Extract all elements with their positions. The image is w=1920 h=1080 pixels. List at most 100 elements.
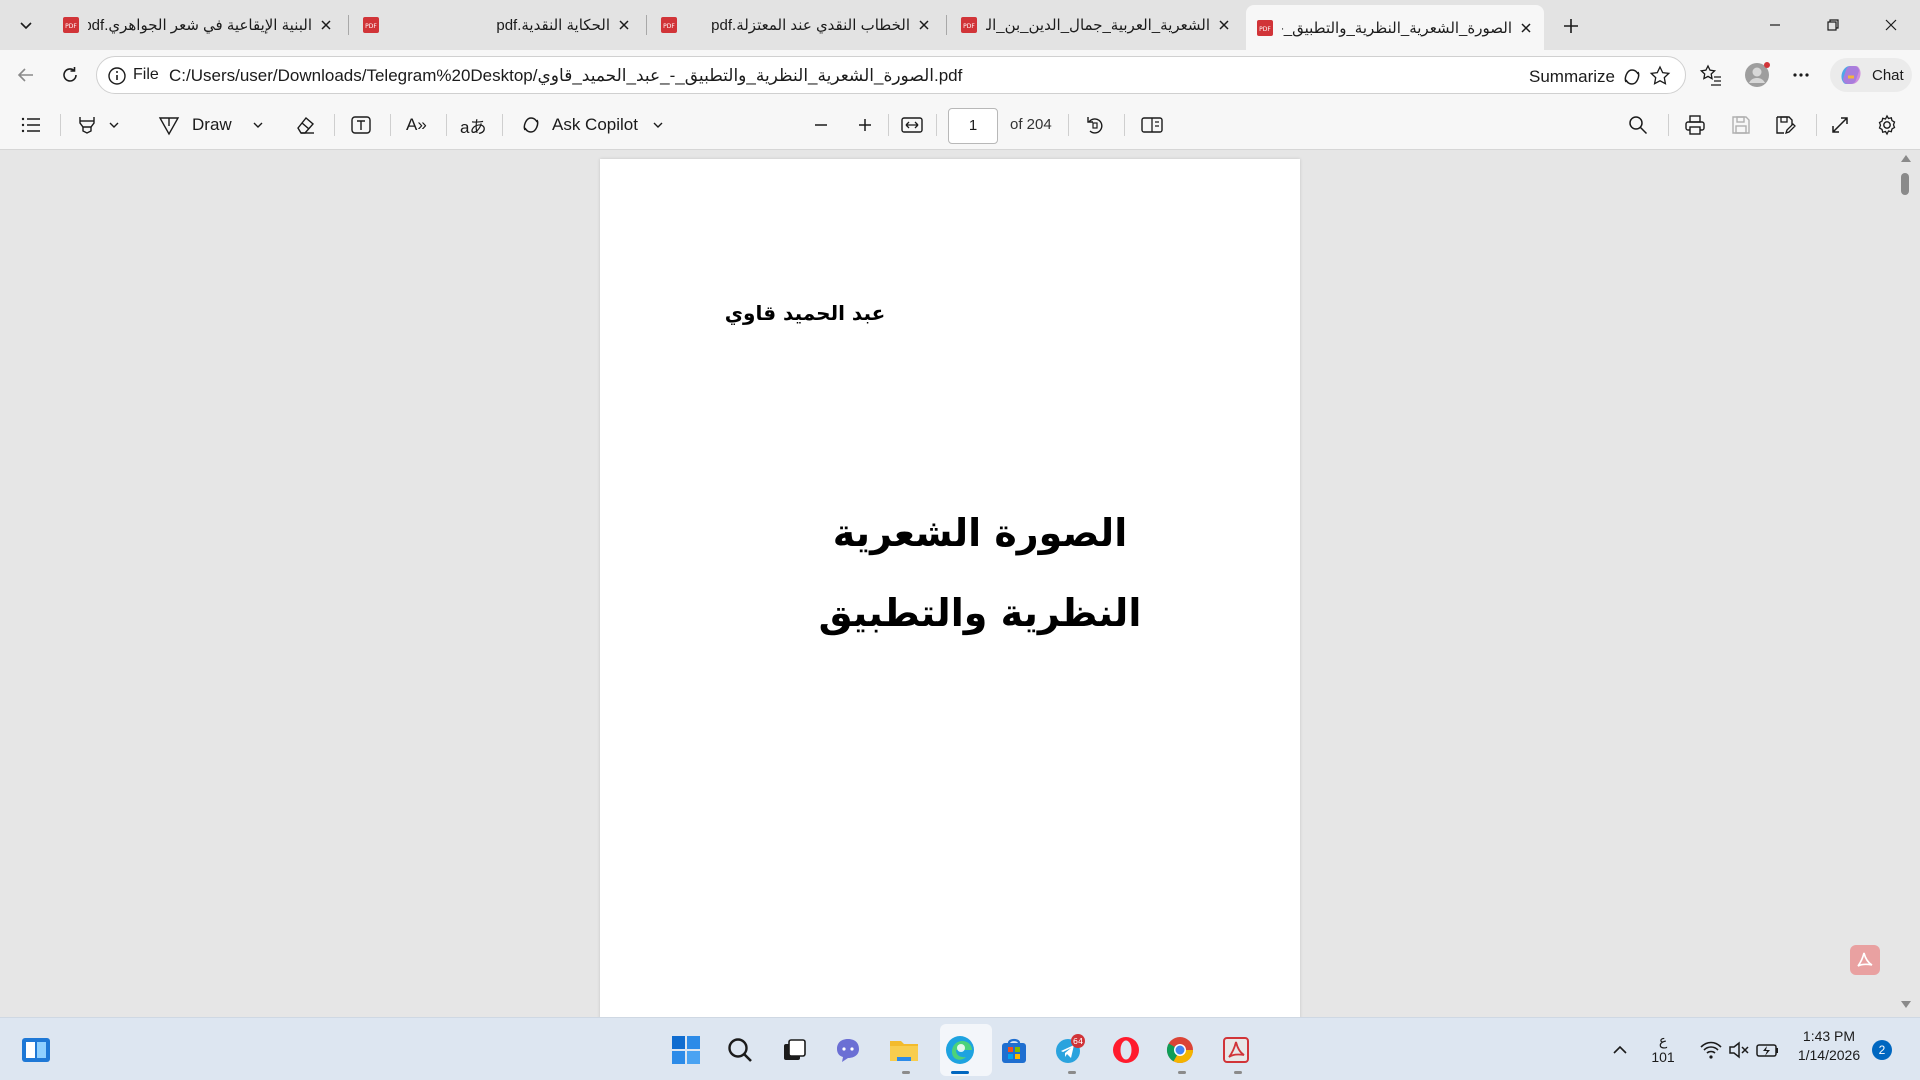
erase-button[interactable] (294, 112, 316, 138)
summarize-button[interactable]: Summarize (1529, 66, 1643, 88)
search-button[interactable] (722, 1032, 758, 1068)
tab-4[interactable]: PDF الشعرية_العربية_جمال_الدين_بن_الشي (950, 6, 1242, 44)
fullscreen-button[interactable] (1830, 112, 1850, 138)
fit-width-icon (901, 117, 923, 133)
draw-button[interactable]: Draw (158, 112, 264, 138)
profile-button[interactable] (1744, 62, 1770, 88)
pdf-settings-button[interactable] (1876, 112, 1898, 138)
zoom-in-button[interactable] (856, 112, 874, 138)
scroll-up-arrow[interactable] (1901, 155, 1911, 162)
translate-button[interactable]: aあ (460, 112, 486, 138)
close-icon[interactable] (318, 17, 334, 33)
pdf-file-icon: PDF (961, 17, 977, 33)
tab-separator (646, 15, 647, 35)
store-bag-icon (1002, 1038, 1026, 1063)
settings-and-more-button[interactable] (1788, 62, 1814, 88)
telegram-unread-badge: 64 (1073, 1037, 1083, 1046)
tab-5-active[interactable]: PDF الصورة_الشعرية_النظرية_والتطبيق_-_ (1246, 5, 1544, 50)
teams-chat-button[interactable] (830, 1032, 866, 1068)
printer-icon (1685, 115, 1705, 135)
show-hidden-icons-button[interactable] (1602, 1032, 1638, 1068)
tab-3[interactable]: PDF الخطاب النقدي عند المعتزلة.pdf (650, 6, 942, 44)
ask-copilot-label: Ask Copilot (552, 115, 638, 134)
ask-copilot-button[interactable]: Ask Copilot (520, 112, 664, 138)
read-aloud-button[interactable]: A» (406, 112, 427, 138)
running-indicator (1178, 1071, 1186, 1074)
chrome-browser-button[interactable] (1162, 1032, 1198, 1068)
vertical-scrollbar[interactable] (1896, 151, 1914, 1017)
tab-title: الشعرية_العربية_جمال_الدين_بن_الشي (986, 17, 1210, 34)
highlight-button[interactable] (76, 112, 120, 138)
rotate-button[interactable] (1084, 112, 1106, 138)
chat-label: Chat (1872, 66, 1904, 84)
favorite-star-icon[interactable] (1649, 65, 1671, 87)
close-icon[interactable] (616, 17, 632, 33)
copilot-chat-button[interactable]: Chat (1830, 58, 1912, 92)
chevron-down-icon (653, 122, 663, 128)
save-as-button[interactable] (1774, 112, 1796, 138)
widgets-button[interactable] (18, 1032, 54, 1068)
favorites-button[interactable] (1698, 62, 1724, 88)
scroll-thumb[interactable] (1901, 173, 1909, 195)
back-button[interactable] (8, 58, 44, 92)
info-icon[interactable] (107, 66, 127, 86)
input-language-indicator[interactable]: ع 101 (1648, 1032, 1678, 1065)
svg-text:PDF: PDF (963, 23, 975, 30)
zoom-out-button[interactable] (812, 112, 830, 138)
close-icon[interactable] (916, 17, 932, 33)
tab-1[interactable]: PDF البنية الإيقاعية في شعر الجواهري.pdf (52, 6, 344, 44)
tab-2[interactable]: PDF الحكاية النقدية.pdf (352, 6, 642, 44)
minimize-button[interactable] (1752, 8, 1798, 42)
copilot-logo-icon (1841, 66, 1861, 84)
file-explorer-button[interactable] (886, 1032, 922, 1068)
print-button[interactable] (1684, 112, 1706, 138)
toolbar-separator (446, 114, 447, 136)
svg-text:PDF: PDF (365, 23, 377, 30)
close-icon[interactable] (1518, 20, 1534, 36)
microsoft-store-button[interactable] (996, 1032, 1032, 1068)
more-horizontal-icon (1793, 73, 1809, 77)
windows-logo-icon (672, 1036, 700, 1064)
acrobat-icon[interactable] (1850, 945, 1880, 975)
task-view-button[interactable] (776, 1032, 812, 1068)
contents-button[interactable] (20, 112, 42, 138)
close-icon[interactable] (1216, 17, 1232, 33)
page-count-label: of 204 (1010, 116, 1052, 133)
toolbar-separator (1668, 114, 1669, 136)
pdf-viewer-area[interactable]: عبد الحميد قاوي الصورة الشعرية النظرية و… (0, 151, 1920, 1019)
notification-count-badge[interactable]: 2 (1872, 1040, 1892, 1060)
tab-actions-menu-button[interactable] (8, 8, 44, 42)
running-indicator (1234, 1071, 1242, 1074)
add-text-button[interactable] (350, 112, 372, 138)
pdf-reader-button[interactable] (1218, 1032, 1254, 1068)
url-text[interactable]: C:/Users/user/Downloads/Telegram%20Deskt… (169, 66, 962, 86)
new-tab-button[interactable] (1555, 10, 1587, 42)
tab-title: البنية الإيقاعية في شعر الجواهري.pdf (88, 17, 312, 34)
eraser-icon (297, 116, 314, 134)
close-window-button[interactable] (1868, 8, 1914, 42)
text-box-icon (351, 116, 371, 134)
telegram-button[interactable]: 64 (1052, 1032, 1088, 1068)
start-button[interactable] (668, 1032, 704, 1068)
opera-logo-icon (1113, 1037, 1139, 1063)
battery-charging-icon (1756, 1044, 1778, 1057)
scroll-down-arrow[interactable] (1901, 1001, 1911, 1008)
fit-to-width-button[interactable] (900, 112, 924, 138)
opera-browser-button[interactable] (1108, 1032, 1144, 1068)
page-number-input[interactable]: 1 (948, 108, 998, 144)
summarize-label: Summarize (1529, 67, 1615, 86)
quick-settings-button[interactable] (1692, 1032, 1788, 1068)
omnibox[interactable]: File C:/Users/user/Downloads/Telegram%20… (96, 56, 1686, 94)
tab-separator (946, 15, 947, 35)
clock[interactable]: 1:43 PM 1/14/2026 (1794, 1028, 1864, 1063)
highlighter-icon (79, 117, 95, 134)
edge-browser-button[interactable] (942, 1032, 978, 1068)
page-view-button[interactable] (1140, 112, 1164, 138)
svg-text:PDF: PDF (65, 23, 77, 30)
edge-logo-icon (946, 1036, 974, 1064)
toolbar-separator (936, 114, 937, 136)
save-button[interactable] (1730, 112, 1752, 138)
restore-button[interactable] (1810, 8, 1856, 42)
refresh-button[interactable] (52, 58, 88, 92)
find-button[interactable] (1628, 112, 1648, 138)
